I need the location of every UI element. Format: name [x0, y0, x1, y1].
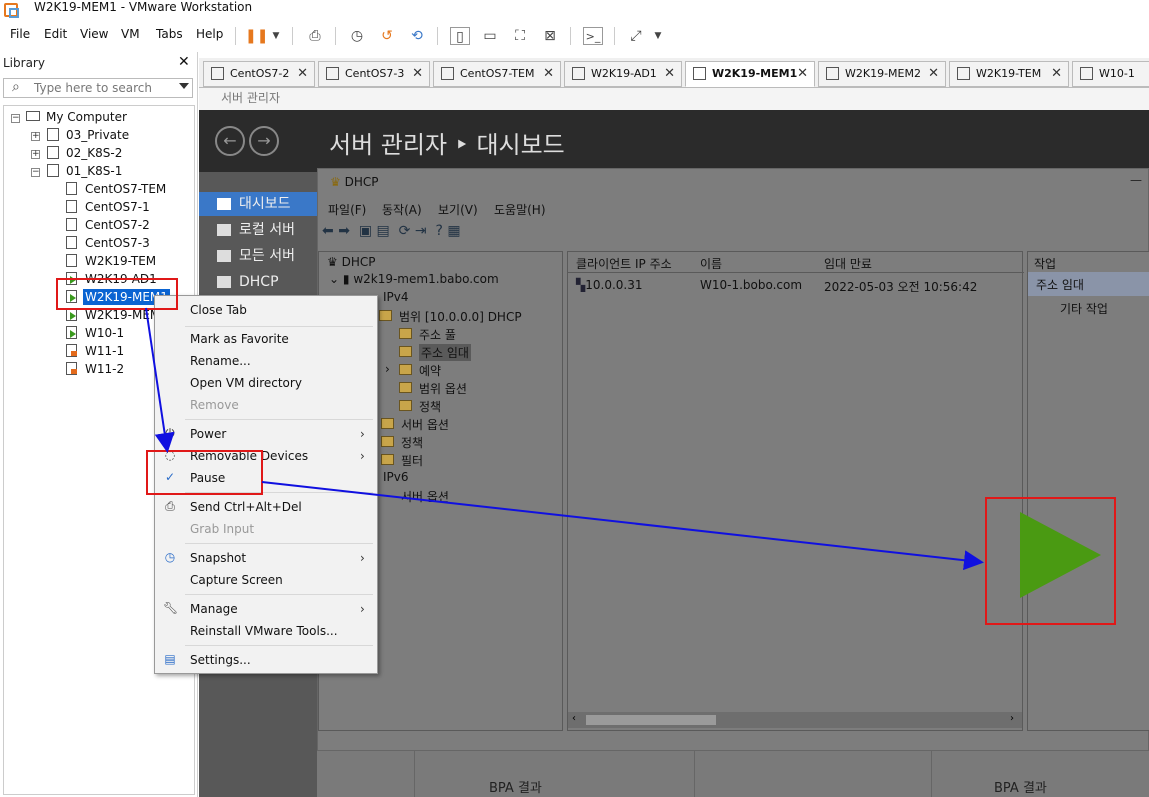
play-icon [1020, 512, 1101, 598]
annotation-arrows [145, 307, 1101, 598]
arrow-to-play [261, 481, 984, 571]
arrow-to-pause [145, 307, 175, 453]
